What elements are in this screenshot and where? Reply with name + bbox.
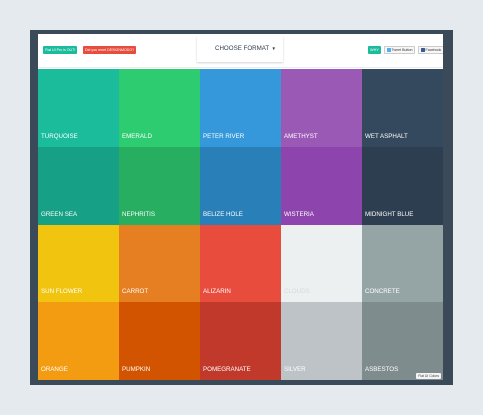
why-button[interactable]: WHY (368, 46, 381, 54)
color-name: PETER RIVER (203, 132, 245, 140)
color-tile-alizarin[interactable]: ALIZARIN (200, 224, 281, 303)
color-tile-clouds[interactable]: CLOUDS (281, 224, 362, 303)
color-name: POMEGRANATE (203, 366, 251, 373)
color-tile-concrete[interactable]: CONCRETE (362, 224, 443, 303)
color-tile-pomegranate[interactable]: POMEGRANATE (200, 302, 281, 380)
color-name: ORANGE (41, 366, 68, 373)
color-name: ASBESTOS (365, 366, 399, 373)
color-tile-silver[interactable]: SILVER (281, 302, 362, 380)
designmodo-link[interactable]: Did you meet DESIGNMODO? (83, 46, 137, 54)
color-tile-sun-flower[interactable]: SUN FLOWER (38, 224, 119, 303)
color-name: CONCRETE (365, 288, 400, 296)
color-tile-belize-hole[interactable]: BELIZE HOLE (200, 146, 281, 225)
color-name: NEPHRITIS (122, 210, 156, 218)
choose-format-dropdown[interactable]: CHOOSE FORMAT ▼ (197, 36, 283, 62)
color-name: WET ASPHALT (365, 132, 408, 140)
color-name: SUN FLOWER (41, 288, 83, 296)
color-tile-asbestos[interactable]: ASBESTOS Flat UI Colors (362, 302, 443, 380)
facebook-icon (421, 48, 425, 52)
color-name: BELIZE HOLE (203, 210, 243, 218)
color-tile-wet-asphalt[interactable]: WET ASPHALT (362, 69, 443, 147)
color-tile-peter-river[interactable]: PETER RIVER (200, 69, 281, 147)
color-name: CARROT (122, 288, 149, 296)
color-name: SILVER (284, 366, 306, 373)
twitter-icon (387, 48, 391, 52)
tweet-button[interactable]: Tweet Button (384, 46, 416, 54)
color-tile-midnight-blue[interactable]: MIDNIGHT BLUE (362, 146, 443, 225)
choose-format-label: CHOOSE FORMAT (215, 45, 270, 52)
flat-ui-colors-page: Flat UI Pro is OUT! Did you meet DESIGNM… (38, 34, 443, 380)
color-grid: TURQUOISE EMERALD PETER RIVER AMETHYST W… (38, 69, 443, 380)
color-name: ALIZARIN (203, 288, 231, 296)
color-tile-orange[interactable]: ORANGE (38, 302, 119, 380)
color-name: AMETHYST (284, 132, 318, 140)
flat-ui-colors-badge[interactable]: Flat UI Colors (416, 373, 441, 379)
facebook-button[interactable]: Facebook (418, 46, 443, 54)
facebook-button-label: Facebook (425, 48, 442, 52)
color-tile-pumpkin[interactable]: PUMPKIN (119, 302, 200, 380)
color-tile-nephritis[interactable]: NEPHRITIS (119, 146, 200, 225)
tweet-button-label: Tweet Button (391, 48, 413, 52)
color-name: WISTERIA (284, 210, 314, 218)
color-name: EMERALD (122, 132, 152, 140)
color-name: GREEN SEA (41, 210, 78, 218)
color-name: PUMPKIN (122, 366, 151, 373)
color-tile-wisteria[interactable]: WISTERIA (281, 146, 362, 225)
color-tile-green-sea[interactable]: GREEN SEA (38, 146, 119, 225)
color-tile-carrot[interactable]: CARROT (119, 224, 200, 303)
flat-ui-pro-link[interactable]: Flat UI Pro is OUT! (43, 46, 78, 54)
color-tile-turquoise[interactable]: TURQUOISE (38, 69, 119, 147)
chevron-down-icon: ▼ (271, 46, 276, 51)
color-tile-emerald[interactable]: EMERALD (119, 69, 200, 147)
top-bar: Flat UI Pro is OUT! Did you meet DESIGNM… (38, 34, 443, 68)
color-name: MIDNIGHT BLUE (365, 210, 414, 218)
color-name: TURQUOISE (41, 132, 78, 140)
color-name: CLOUDS (284, 288, 310, 296)
color-tile-amethyst[interactable]: AMETHYST (281, 69, 362, 147)
